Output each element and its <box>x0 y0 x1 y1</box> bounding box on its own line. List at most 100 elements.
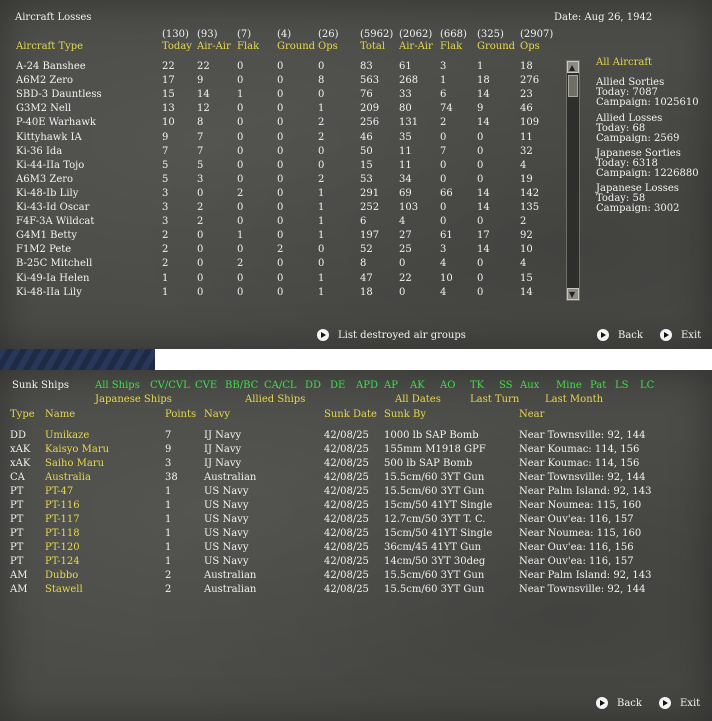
sunk-column-header-6[interactable]: Near <box>519 409 544 421</box>
all-aircraft-filter[interactable]: All Aircraft <box>596 57 652 69</box>
aircraft-type-cell[interactable]: Ki-44-IIa Tojo <box>16 160 84 172</box>
column-header-2[interactable]: Air-Air <box>197 41 231 53</box>
aircraft-type-cell[interactable]: Ki-36 Ida <box>16 146 62 158</box>
filter-11[interactable]: TK <box>470 380 484 392</box>
scroll-up-icon[interactable]: ▲ <box>567 61 579 73</box>
loss-value-cell: 0 <box>318 159 325 171</box>
filter-side-date-4[interactable]: Last Month <box>545 394 603 406</box>
column-header-3[interactable]: Flak <box>237 41 259 53</box>
loss-value-cell: 0 <box>477 159 484 171</box>
sunk-column-header-5[interactable]: Sunk By <box>384 409 426 421</box>
sunk-column-header-0[interactable]: Type <box>10 409 35 421</box>
sunk-cell: Near Ouv'ea: 116, 157 <box>519 556 634 567</box>
loss-value-cell: 3 <box>440 244 447 256</box>
filter-8[interactable]: AP <box>384 380 398 392</box>
ship-name-link[interactable]: PT-117 <box>45 514 80 526</box>
sunk-column-header-4[interactable]: Sunk Date <box>324 409 377 421</box>
loss-value-cell: 0 <box>477 272 484 284</box>
column-header-5[interactable]: Ops <box>318 41 338 53</box>
ship-name-link[interactable]: Umikaze <box>45 430 89 442</box>
loss-value-cell: 0 <box>197 258 204 270</box>
ship-name-link[interactable]: PT-124 <box>45 556 80 568</box>
loss-value-cell: 0 <box>440 202 447 213</box>
column-header-1[interactable]: Today <box>162 41 192 53</box>
aircraft-type-cell[interactable]: A-24 Banshee <box>16 61 86 73</box>
aircraft-type-cell[interactable]: F4F-3A Wildcat <box>16 216 94 228</box>
filter-6[interactable]: DE <box>330 380 345 392</box>
filter-1[interactable]: CV/CVL <box>150 380 190 392</box>
loss-value-cell: 0 <box>440 216 447 228</box>
aircraft-type-cell[interactable]: Ki-49-Ia Helen <box>16 273 89 285</box>
aircraft-type-cell[interactable]: P-40E Warhawk <box>16 117 96 129</box>
loss-scrollbar[interactable]: ▲ ▼ <box>566 60 580 301</box>
filter-2[interactable]: CVE <box>195 380 217 392</box>
sunk-column-header-3[interactable]: Navy <box>204 409 230 421</box>
aircraft-type-cell[interactable]: Kittyhawk IA <box>16 132 82 144</box>
sunk-cell: Near Palm Island: 92, 143 <box>519 570 652 581</box>
ship-name-link[interactable]: PT-118 <box>45 528 80 540</box>
filter-14[interactable]: Mine <box>556 380 582 392</box>
filter-3[interactable]: BB/BC <box>225 380 258 392</box>
column-header-0[interactable]: Aircraft Type <box>16 41 83 53</box>
aircraft-type-cell[interactable]: G3M2 Nell <box>16 103 71 115</box>
loss-value-cell: 0 <box>277 145 284 157</box>
sunk-column-header-1[interactable]: Name <box>45 409 75 421</box>
list-destroyed-air-groups-button[interactable]: List destroyed air groups <box>317 329 466 341</box>
aircraft-type-cell[interactable]: Ki-48-Ib Lily <box>16 188 78 200</box>
aircraft-type-cell[interactable]: Ki-43-Id Oscar <box>16 202 89 214</box>
ship-name-link[interactable]: Stawell <box>45 584 83 596</box>
ship-name-link[interactable]: PT-47 <box>45 486 73 498</box>
ship-name-link[interactable]: Dubbo <box>45 570 78 582</box>
scroll-down-icon[interactable]: ▼ <box>567 288 579 300</box>
filter-9[interactable]: AK <box>410 380 425 392</box>
back-button[interactable]: Back <box>596 697 642 709</box>
loss-value-cell: 9 <box>197 75 204 87</box>
aircraft-type-cell[interactable]: A6M2 Zero <box>16 75 73 87</box>
filter-4[interactable]: CA/CL <box>264 380 297 392</box>
sunk-column-header-2[interactable]: Points <box>165 409 196 421</box>
sunk-cell: US Navy <box>204 542 249 553</box>
filter-side-date-3[interactable]: Last Turn <box>470 394 519 406</box>
back-button[interactable]: Back <box>597 329 643 341</box>
column-header-7[interactable]: Air-Air <box>399 41 433 53</box>
aircraft-losses-title: Aircraft Losses <box>15 12 92 23</box>
filter-side-date-0[interactable]: Japanese Ships <box>95 394 172 406</box>
loss-value-cell: 0 <box>477 216 484 228</box>
sunk-cell: 42/08/25 <box>324 458 369 469</box>
filter-0[interactable]: All Ships <box>95 380 140 392</box>
ship-name-link[interactable]: Saiho Maru <box>45 458 104 470</box>
aircraft-type-cell[interactable]: B-25C Mitchell <box>16 258 92 270</box>
aircraft-type-cell[interactable]: F1M2 Pete <box>16 244 71 256</box>
exit-button[interactable]: Exit <box>660 329 701 341</box>
aircraft-type-cell[interactable]: SBD-3 Dauntless <box>16 89 102 101</box>
ship-name-link[interactable]: PT-120 <box>45 542 80 554</box>
column-header-9[interactable]: Ground <box>477 41 515 53</box>
column-header-4[interactable]: Ground <box>277 41 315 53</box>
filter-15[interactable]: Pat <box>590 380 606 392</box>
loss-value-cell: 2 <box>197 202 204 213</box>
filter-side-date-2[interactable]: All Dates <box>395 394 441 406</box>
filter-13[interactable]: Aux <box>520 380 539 392</box>
aircraft-type-cell[interactable]: G4M1 Betty <box>16 230 77 242</box>
filter-7[interactable]: APD <box>356 380 378 392</box>
loss-value-cell: 109 <box>520 117 540 129</box>
aircraft-type-cell[interactable]: A6M3 Zero <box>16 174 73 186</box>
filter-17[interactable]: LC <box>640 380 654 392</box>
column-header-6[interactable]: Total <box>360 41 385 53</box>
filter-12[interactable]: SS <box>499 380 513 392</box>
sunk-cell: PT <box>10 486 24 497</box>
scroll-thumb[interactable] <box>568 75 578 97</box>
ship-name-link[interactable]: Kaisyo Maru <box>45 444 109 456</box>
filter-16[interactable]: LS <box>615 380 629 392</box>
loss-value-cell: 0 <box>318 145 325 157</box>
filter-10[interactable]: AO <box>440 380 455 392</box>
filter-5[interactable]: DD <box>305 380 321 392</box>
sunk-cell: 42/08/25 <box>324 556 369 567</box>
ship-name-link[interactable]: Australia <box>45 472 91 484</box>
ship-name-link[interactable]: PT-116 <box>45 500 80 512</box>
filter-side-date-1[interactable]: Allied Ships <box>245 394 305 406</box>
aircraft-type-cell[interactable]: Ki-48-IIa Lily <box>16 287 82 299</box>
exit-button[interactable]: Exit <box>659 697 700 709</box>
column-header-8[interactable]: Flak <box>440 41 462 53</box>
column-header-10[interactable]: Ops <box>520 41 540 53</box>
